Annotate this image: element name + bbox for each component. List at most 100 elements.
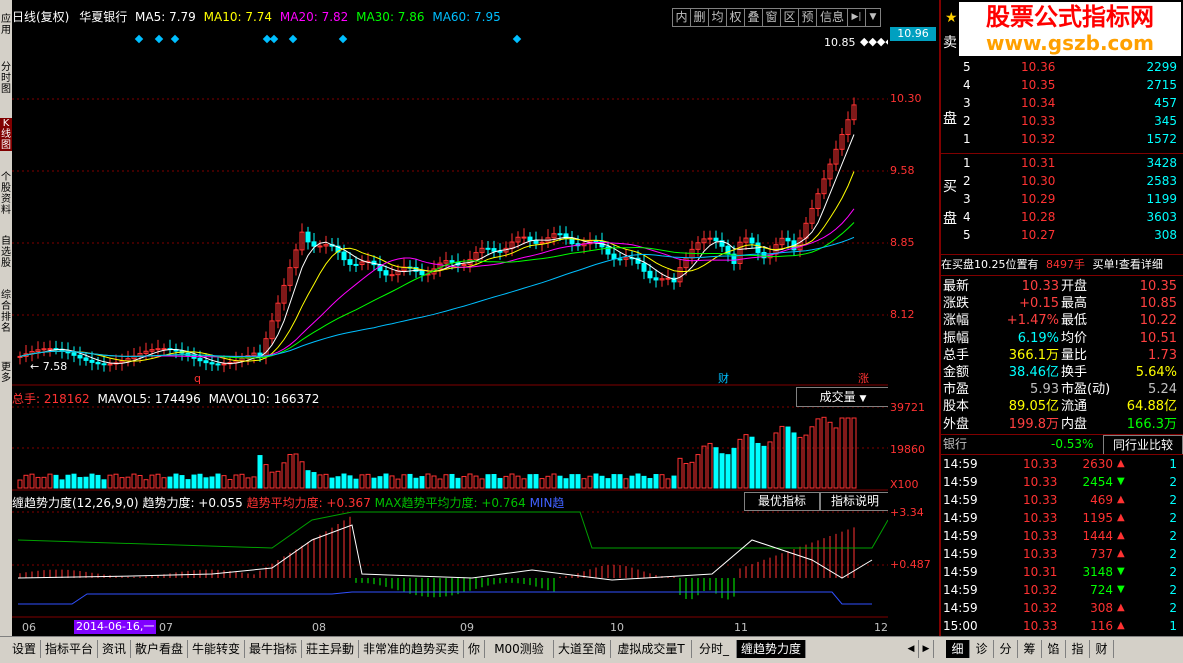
volume-bar bbox=[809, 426, 815, 489]
candle-body bbox=[221, 363, 227, 366]
quote-row: 股本 89.05亿 流通 64.88亿 bbox=[941, 398, 1183, 415]
tick-row: 14:59 10.33 1195 ▲ 2 bbox=[941, 509, 1183, 527]
bottom-tab[interactable]: 你 bbox=[464, 640, 485, 658]
bottom-tab[interactable]: 缠趋势力度 bbox=[737, 640, 806, 658]
volume-bar bbox=[527, 474, 533, 489]
volume-bar bbox=[689, 461, 695, 489]
indicator-description-button[interactable]: 指标说明 bbox=[820, 492, 890, 511]
volume-bar bbox=[731, 447, 737, 489]
bottom-tab[interactable]: M00测验 bbox=[485, 640, 554, 658]
buy-level-row[interactable]: 4 10.28 3603 bbox=[941, 208, 1183, 226]
volume-bar bbox=[641, 475, 647, 489]
bottom-tab[interactable]: 牛能转变 bbox=[188, 640, 245, 658]
candle-body bbox=[611, 253, 617, 260]
volume-bar bbox=[101, 479, 107, 489]
volume-bar bbox=[155, 473, 161, 489]
side-tab-app[interactable]: 应用 bbox=[0, 14, 12, 36]
arrow-up-icon: ▲ bbox=[1117, 548, 1125, 559]
volume-bar bbox=[599, 475, 605, 489]
watermark-url: www.gszb.com bbox=[986, 31, 1154, 55]
high-price-label: 10.85 bbox=[824, 36, 856, 49]
right-panel-tab[interactable]: 馅 bbox=[1042, 640, 1066, 658]
bottom-tab[interactable]: 指标平台 bbox=[41, 640, 98, 658]
side-tab-kline[interactable]: K线图 bbox=[0, 118, 12, 151]
buy-level-row[interactable]: 1 10.31 3428 bbox=[941, 154, 1183, 172]
right-panel-tab[interactable]: 分 bbox=[994, 640, 1018, 658]
sell-level-row[interactable]: 2 10.33 345 bbox=[941, 112, 1183, 130]
sell-level-row[interactable]: 1 10.32 1572 bbox=[941, 130, 1183, 148]
bottom-tab[interactable]: 分时_ bbox=[692, 640, 737, 658]
volume-bar bbox=[323, 473, 329, 489]
sell-volume: 2715 bbox=[1146, 78, 1177, 92]
volume-bar bbox=[419, 476, 425, 489]
sell-level-row[interactable]: 4 10.35 2715 bbox=[941, 76, 1183, 94]
buy-price: 10.29 bbox=[1021, 192, 1056, 206]
indicator-min-line bbox=[18, 591, 872, 605]
candle-body bbox=[203, 360, 209, 364]
tick-count: 1 bbox=[1169, 619, 1177, 633]
tick-price: 10.33 bbox=[1023, 457, 1058, 471]
tick-price: 10.32 bbox=[1023, 601, 1058, 615]
candle-body bbox=[707, 237, 713, 240]
current-price-marker: 10.96 bbox=[890, 27, 936, 41]
bottom-tab[interactable]: 散户看盘 bbox=[131, 640, 188, 658]
candle-body bbox=[617, 258, 623, 261]
quote-value: 5.64% bbox=[1135, 365, 1177, 380]
side-tab-watchlist[interactable]: 自选股 bbox=[0, 236, 12, 269]
side-tab-intraday[interactable]: 分时图 bbox=[0, 62, 12, 95]
volume-header: 总手: 218162 MAVOL5: 174496 MAVOL10: 16637… bbox=[12, 390, 319, 407]
bottom-tab[interactable]: 莊主异動 bbox=[302, 640, 359, 658]
volume-bar bbox=[539, 478, 545, 489]
buy-level-row[interactable]: 5 10.27 308 bbox=[941, 226, 1183, 244]
volume-bar bbox=[707, 442, 713, 489]
scroll-left-icon[interactable]: ◀ bbox=[904, 640, 919, 658]
volume-bar bbox=[635, 473, 641, 489]
sell-price: 10.34 bbox=[1021, 96, 1056, 110]
scroll-right-icon[interactable]: ▶ bbox=[919, 640, 934, 658]
bottom-tab[interactable]: 资讯 bbox=[98, 640, 131, 658]
kline-chart-svg[interactable]: ◆◆◆◆ 10.85 ← 7.58 q 财 涨 06 07 08 09 10 11 12 bbox=[12, 0, 888, 636]
right-panel-tab[interactable]: 筹 bbox=[1018, 640, 1042, 658]
watermark-title: 股票公式指标网 bbox=[986, 3, 1154, 31]
sell-level-row[interactable]: 5 10.36 2299 bbox=[941, 58, 1183, 76]
sector-name[interactable]: 银行 bbox=[943, 435, 967, 453]
volume-indicator-select[interactable]: 成交量 ▼ bbox=[796, 387, 890, 407]
volume-bar bbox=[95, 474, 101, 489]
peer-compare-button[interactable]: 同行业比较 bbox=[1103, 435, 1183, 455]
tick-count: 2 bbox=[1169, 511, 1177, 525]
side-tab-more[interactable]: 更多 bbox=[0, 362, 12, 384]
candle-body bbox=[95, 361, 101, 365]
buy-price: 10.27 bbox=[1021, 228, 1056, 242]
quote-row: 涨幅 +1.47% 最低 10.22 bbox=[941, 312, 1183, 329]
tick-price: 10.31 bbox=[1023, 565, 1058, 579]
bottom-tab[interactable]: 非常准的趋势买卖 bbox=[359, 640, 464, 658]
bid-detail-link[interactable]: 买单!查看详细 bbox=[1093, 258, 1163, 271]
candle-body bbox=[101, 363, 107, 366]
volume-bar bbox=[479, 478, 485, 489]
side-tab-profile[interactable]: 个股资料 bbox=[0, 172, 12, 216]
right-panel-tab[interactable]: 细 bbox=[946, 640, 970, 658]
buy-level-row[interactable]: 3 10.29 1199 bbox=[941, 190, 1183, 208]
quote-label: 振幅 bbox=[943, 330, 970, 346]
tick-row: 14:59 10.32 308 ▲ 2 bbox=[941, 599, 1183, 617]
best-indicator-button[interactable]: 最优指标 bbox=[744, 492, 820, 511]
sell-level: 1 bbox=[963, 132, 971, 146]
tick-count: 2 bbox=[1169, 547, 1177, 561]
tick-volume: 2630 bbox=[1082, 457, 1113, 471]
volume-bar bbox=[503, 475, 509, 489]
volume-bar bbox=[275, 470, 281, 489]
volume-bar bbox=[371, 477, 377, 489]
bottom-tab[interactable]: 虚拟成交量T bbox=[611, 640, 692, 658]
bottom-tab[interactable]: 设置 bbox=[8, 640, 41, 658]
bottom-tab[interactable]: 大道至简 bbox=[554, 640, 611, 658]
sell-level-row[interactable]: 3 10.34 457 bbox=[941, 94, 1183, 112]
quote-row: 总手 366.1万 量比 1.73 bbox=[941, 347, 1183, 364]
buy-level-row[interactable]: 2 10.30 2583 bbox=[941, 172, 1183, 190]
right-panel-tab[interactable]: 诊 bbox=[970, 640, 994, 658]
side-tab-ranking[interactable]: 综合排名 bbox=[0, 290, 12, 334]
right-panel-tab[interactable]: 指 bbox=[1066, 640, 1090, 658]
bottom-tab[interactable]: 最牛指标 bbox=[245, 640, 302, 658]
right-panel-tab[interactable]: 财 bbox=[1090, 640, 1114, 658]
volume-bar bbox=[359, 474, 365, 489]
volume-bar bbox=[461, 475, 467, 489]
